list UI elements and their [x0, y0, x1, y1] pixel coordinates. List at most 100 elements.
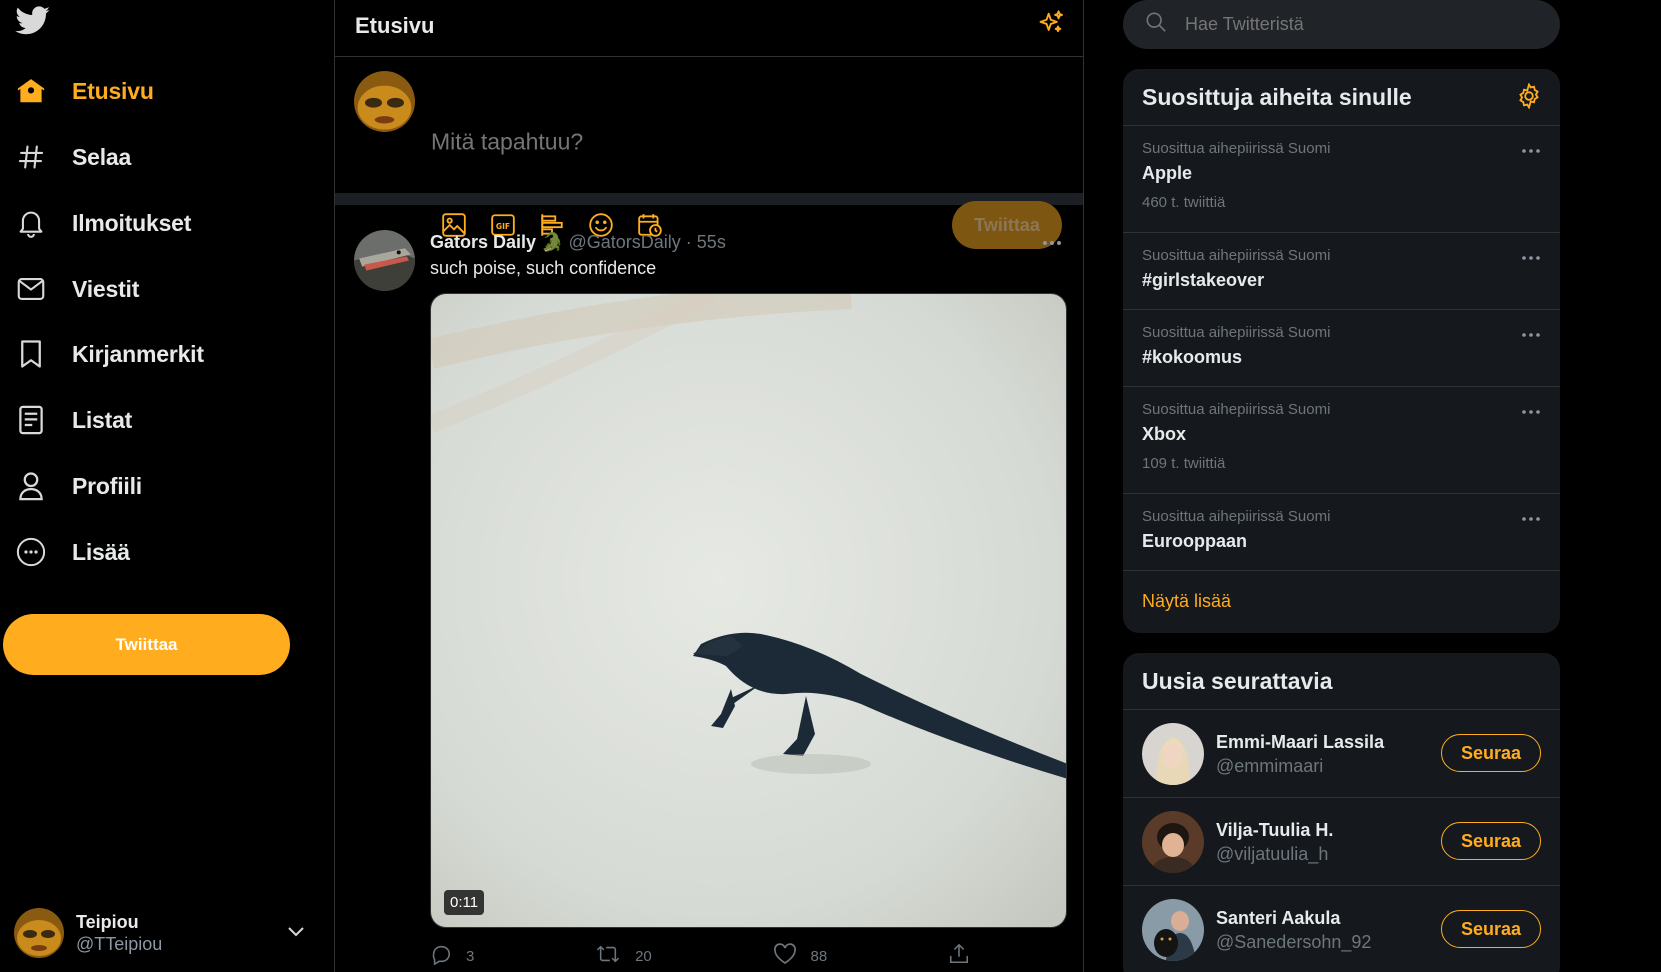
share-button[interactable] — [948, 943, 970, 969]
reply-icon — [430, 943, 452, 969]
nav-label: Kirjanmerkit — [72, 340, 204, 367]
search-box[interactable] — [1123, 0, 1560, 49]
trend-item[interactable]: Suosittua aihepiirissä Suomi Eurooppaan — [1123, 494, 1560, 571]
retweet-icon — [595, 943, 621, 969]
avatar — [14, 908, 64, 958]
bell-icon — [14, 206, 48, 240]
trend-count: 460 t. twiittiä — [1142, 194, 1226, 211]
trend-name: Apple — [1142, 163, 1193, 183]
tweet-timestamp[interactable]: 55s — [697, 232, 726, 252]
tweet-actions: 3 20 88 — [430, 943, 970, 969]
tweet-video[interactable]: 0:11 — [430, 293, 1067, 928]
trend-item[interactable]: Suosittua aihepiirissä Suomi Apple 460 t… — [1123, 126, 1560, 233]
follow-button[interactable]: Seuraa — [1441, 734, 1541, 772]
hashtag-icon — [14, 140, 48, 174]
nav-label: Viestit — [72, 275, 140, 302]
trend-more-icon[interactable] — [1521, 403, 1541, 421]
trend-item[interactable]: Suosittua aihepiirissä Suomi #kokoomus — [1123, 310, 1560, 387]
trend-item[interactable]: Suosittua aihepiirissä Suomi #girlstakeo… — [1123, 233, 1560, 310]
nav-lists[interactable]: Listat — [14, 398, 132, 442]
sparkle-icon[interactable] — [1037, 9, 1065, 42]
follow-suggestion[interactable]: Santeri Aakula @Sanedersohn_92 Seuraa — [1123, 886, 1560, 972]
gear-icon[interactable] — [1516, 82, 1542, 114]
follow-button[interactable]: Seuraa — [1441, 910, 1541, 948]
account-display-name: Teipiou — [76, 912, 139, 932]
suggestion-name[interactable]: Santeri Aakula — [1216, 908, 1340, 929]
tweet-header: Gators Daily 🐊 @GatorsDaily · 55s — [430, 232, 726, 253]
reply-count: 3 — [466, 947, 475, 965]
left-sidebar: Etusivu Selaa Ilmoitukset Viestit Kirjan… — [0, 0, 335, 972]
who-to-follow-title: Uusia seurattavia — [1142, 668, 1333, 694]
twitter-bird-icon[interactable] — [15, 6, 51, 40]
trend-more-icon[interactable] — [1521, 142, 1541, 160]
nav-home[interactable]: Etusivu — [14, 69, 154, 113]
user-icon — [14, 469, 48, 503]
trend-more-icon[interactable] — [1521, 510, 1541, 528]
who-to-follow-header: Uusia seurattavia — [1123, 653, 1560, 710]
follow-suggestion[interactable]: Vilja-Tuulia H. @viljatuulia_h Seuraa — [1123, 798, 1560, 886]
avatar[interactable] — [354, 230, 415, 291]
suggestion-handle: @emmimaari — [1216, 756, 1324, 776]
reply-button[interactable]: 3 — [430, 943, 474, 969]
mail-icon — [14, 272, 48, 306]
share-icon — [948, 943, 970, 969]
compose-input[interactable] — [431, 128, 991, 156]
show-more-link[interactable]: Näytä lisää — [1123, 571, 1560, 633]
retweet-button[interactable]: 20 — [595, 943, 652, 969]
nav-explore[interactable]: Selaa — [14, 135, 131, 179]
retweet-count: 20 — [635, 947, 652, 965]
avatar[interactable] — [1142, 811, 1204, 873]
trend-name: Xbox — [1142, 424, 1187, 444]
account-switcher[interactable]: Teipiou @TTeipiou — [14, 905, 314, 961]
trends-panel: Suosittuja aiheita sinulle Suosittua aih… — [1123, 69, 1560, 633]
account-handle: @TTeipiou — [76, 934, 163, 954]
chevron-down-icon[interactable] — [286, 921, 306, 946]
search-input[interactable] — [1185, 14, 1525, 35]
nav-label: Ilmoitukset — [72, 209, 192, 236]
nav-profile[interactable]: Profiili — [14, 464, 142, 508]
trend-more-icon[interactable] — [1521, 249, 1541, 267]
follow-suggestion[interactable]: Emmi-Maari Lassila @emmimaari Seuraa — [1123, 710, 1560, 798]
tweet-button[interactable]: Twiittaa — [3, 614, 290, 675]
tweet-text: such poise, such confidence — [430, 258, 657, 278]
heart-icon — [773, 943, 797, 969]
tweet-author-handle[interactable]: @GatorsDaily — [568, 232, 680, 252]
nav-more[interactable]: Lisää — [14, 530, 130, 574]
trend-context: Suosittua aihepiirissä Suomi — [1142, 508, 1331, 525]
who-to-follow-panel: Uusia seurattavia Emmi-Maari Lassila @em… — [1123, 653, 1560, 972]
like-count: 88 — [810, 947, 828, 965]
trend-context: Suosittua aihepiirissä Suomi — [1142, 140, 1331, 157]
nav-label: Profiili — [72, 472, 142, 499]
trends-title: Suosittuja aiheita sinulle — [1142, 84, 1412, 110]
follow-button[interactable]: Seuraa — [1441, 822, 1541, 860]
tweet-composer: GIF Twiittaa — [335, 57, 1083, 249]
nav-bookmarks[interactable]: Kirjanmerkit — [14, 332, 204, 376]
nav-messages[interactable]: Viestit — [14, 267, 139, 311]
avatar — [354, 71, 415, 132]
search-icon — [1145, 11, 1167, 38]
tweet-more-icon[interactable] — [1041, 235, 1063, 253]
separator: · — [685, 232, 697, 252]
tweet-card[interactable]: Gators Daily 🐊 @GatorsDaily · 55s such p… — [335, 217, 1083, 972]
nav-label: Listat — [72, 406, 133, 433]
avatar[interactable] — [1142, 899, 1204, 961]
trend-context: Suosittua aihepiirissä Suomi — [1142, 247, 1331, 264]
suggestion-handle: @viljatuulia_h — [1216, 844, 1329, 864]
video-duration-badge: 0:11 — [444, 890, 485, 915]
bookmark-icon — [14, 337, 48, 371]
trend-context: Suosittua aihepiirissä Suomi — [1142, 324, 1331, 341]
suggestion-name[interactable]: Vilja-Tuulia H. — [1216, 820, 1333, 841]
avatar[interactable] — [1142, 723, 1204, 785]
trend-count: 109 t. twiittiä — [1142, 455, 1226, 472]
trend-context: Suosittua aihepiirissä Suomi — [1142, 401, 1331, 418]
suggestion-name[interactable]: Emmi-Maari Lassila — [1216, 732, 1384, 753]
nav-label: Etusivu — [72, 77, 154, 104]
trend-more-icon[interactable] — [1521, 326, 1541, 344]
tweet-author-name[interactable]: Gators Daily 🐊 — [430, 232, 563, 252]
nav-label: Selaa — [72, 143, 132, 170]
nav-notifications[interactable]: Ilmoitukset — [14, 201, 191, 245]
main-timeline: Etusivu GIF Twiittaa — [334, 0, 1084, 972]
like-button[interactable]: 88 — [773, 943, 828, 969]
trend-item[interactable]: Suosittua aihepiirissä Suomi Xbox 109 t.… — [1123, 387, 1560, 494]
list-icon — [14, 403, 48, 437]
